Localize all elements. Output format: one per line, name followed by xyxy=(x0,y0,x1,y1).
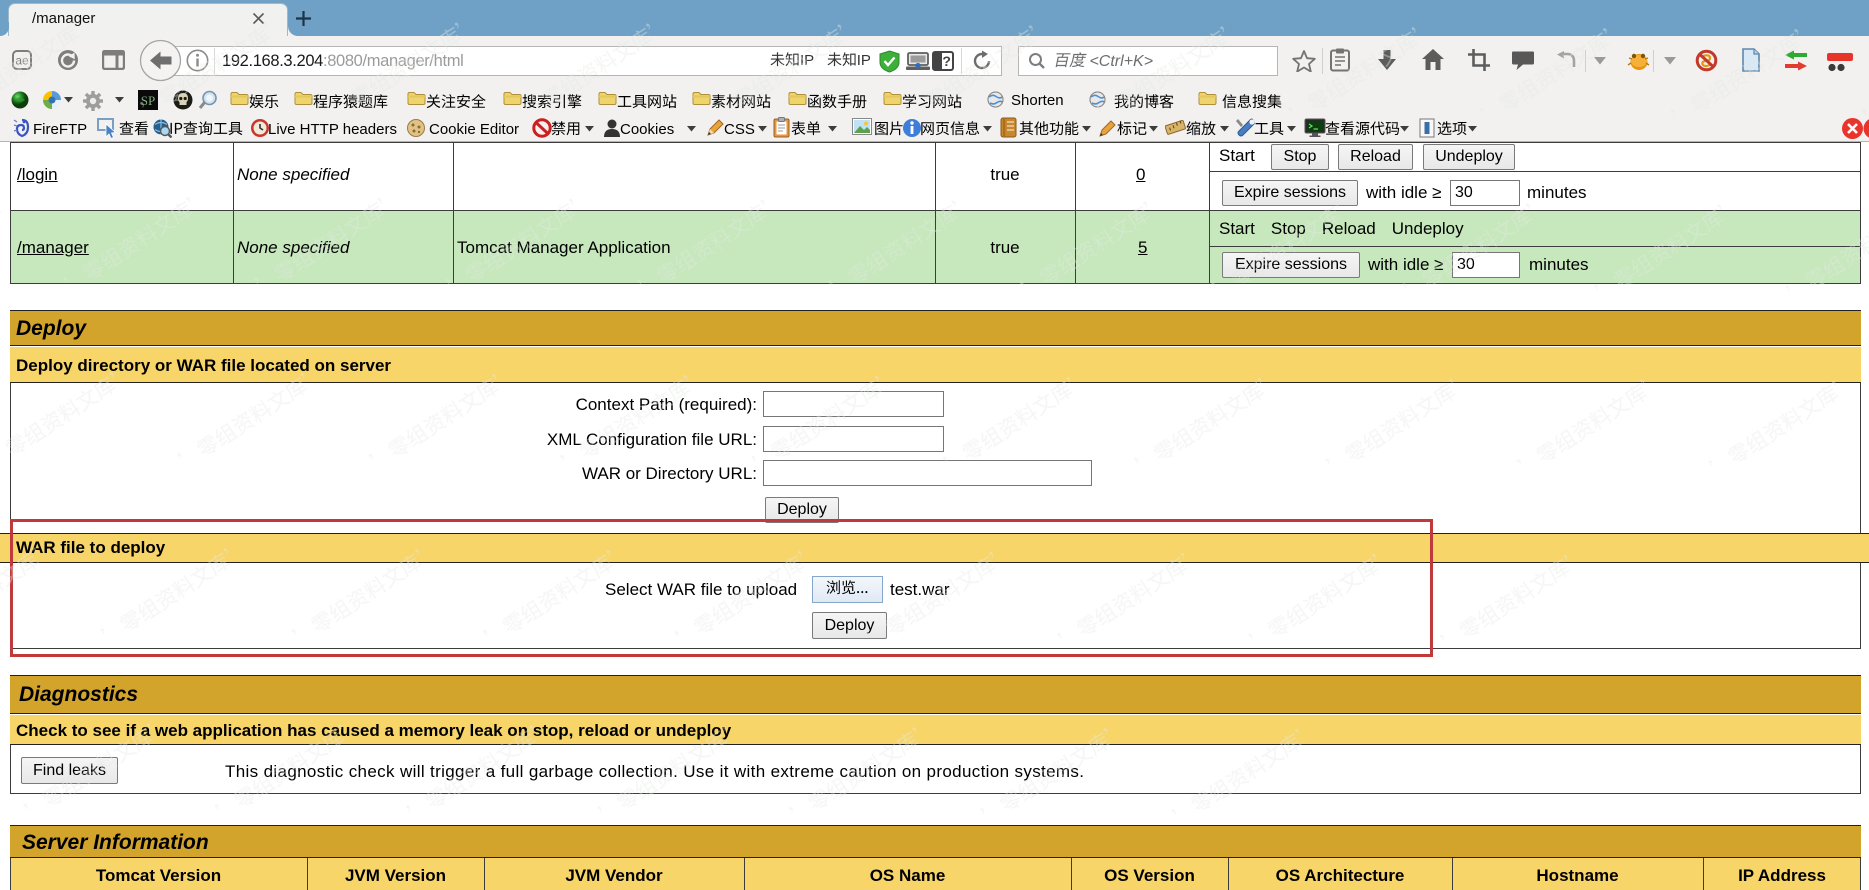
svg-text:ae: ae xyxy=(15,54,29,68)
svg-text:?: ? xyxy=(942,53,951,69)
svg-text:SP: SP xyxy=(141,93,155,108)
